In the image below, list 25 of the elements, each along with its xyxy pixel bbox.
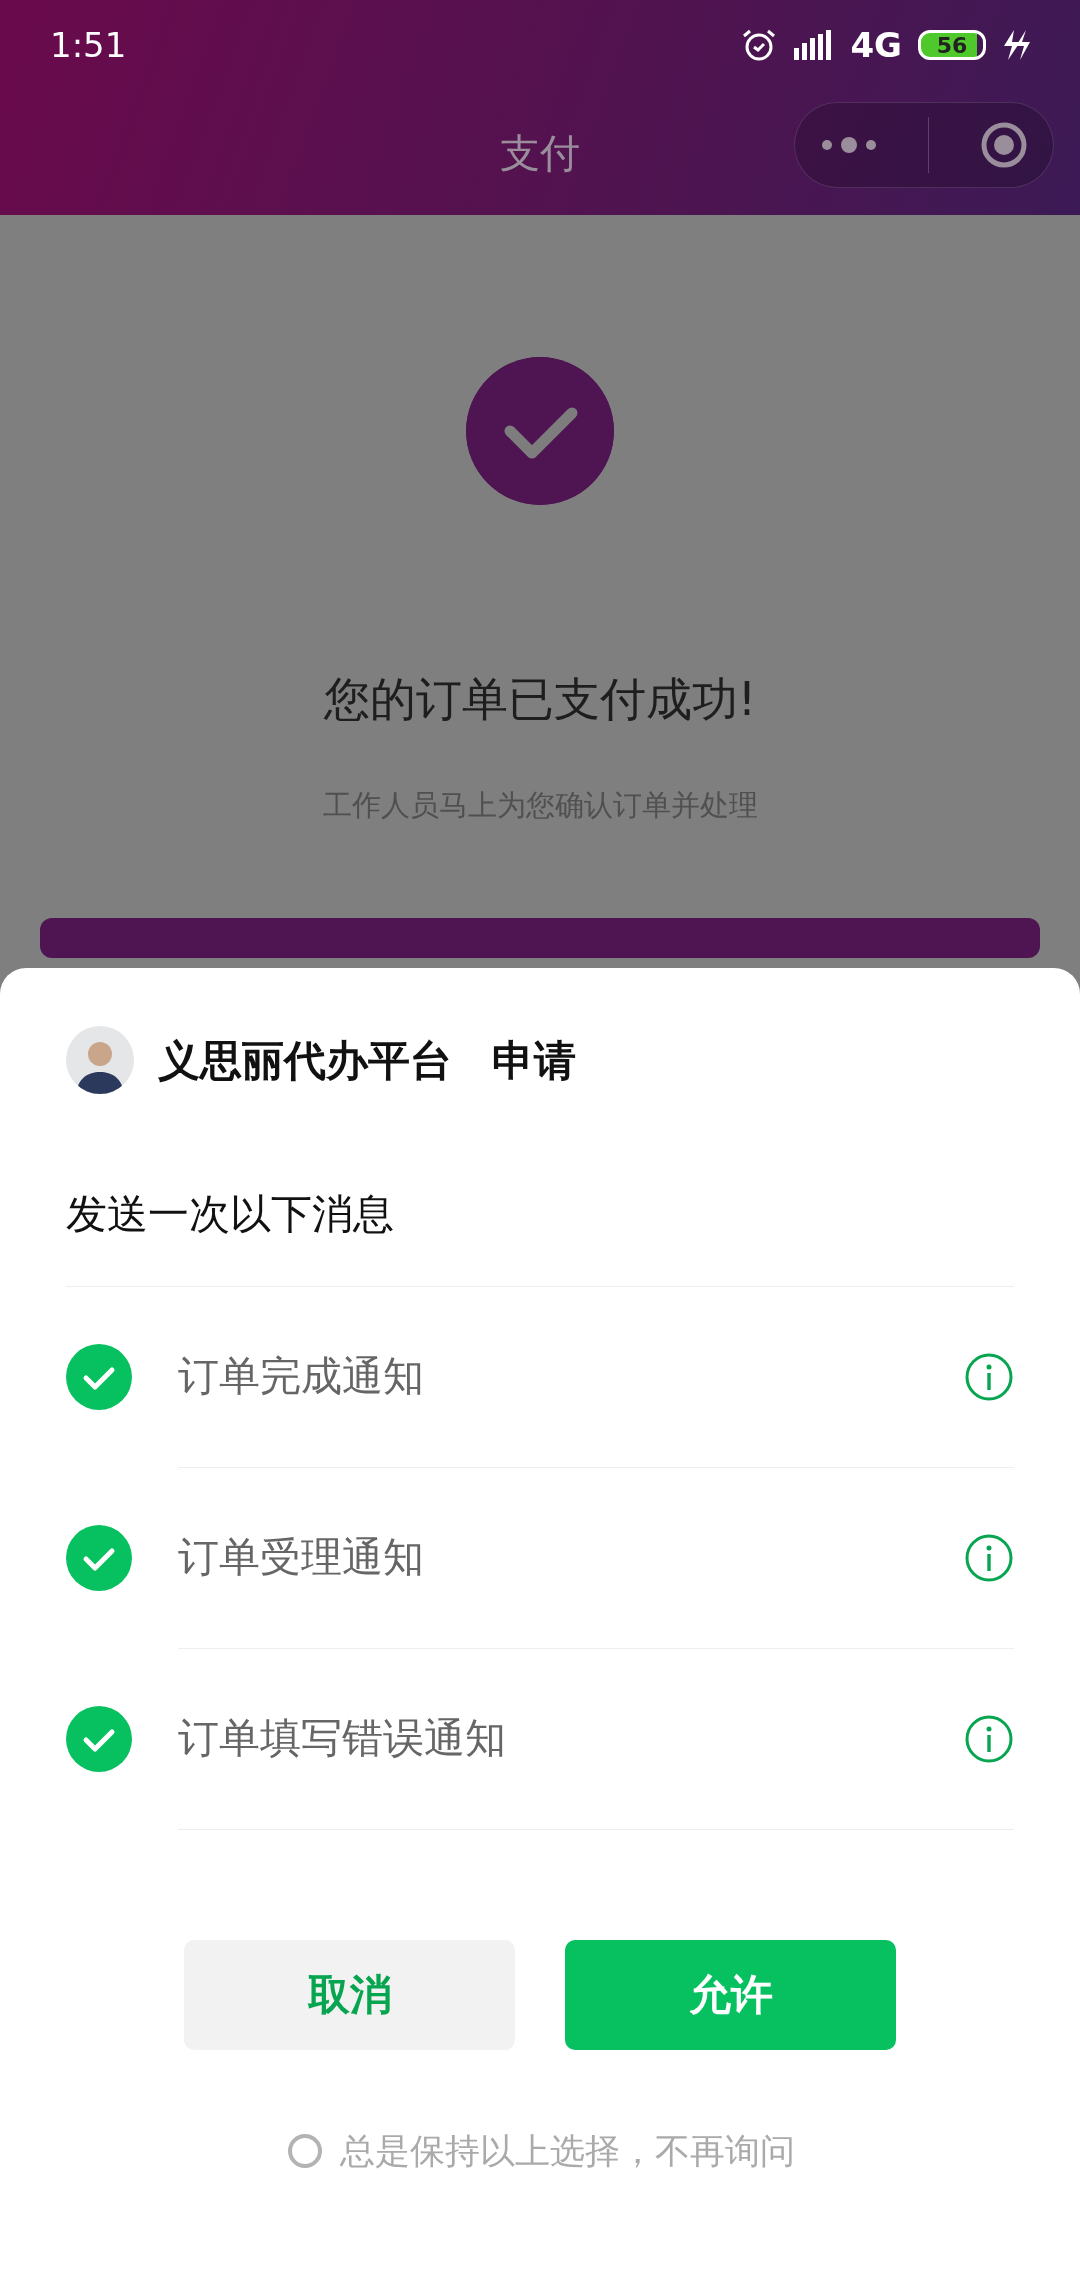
- allow-button[interactable]: 允许: [565, 1939, 896, 2050]
- message-label: 订单填写错误通知: [178, 1712, 507, 1764]
- message-label: 订单受理通知: [178, 1531, 425, 1583]
- battery-icon: 56: [918, 30, 986, 60]
- message-label: 订单完成通知: [178, 1350, 425, 1402]
- info-icon[interactable]: [964, 1351, 1014, 1402]
- remember-label: 总是保持以上选择，不再询问: [339, 2129, 795, 2173]
- info-icon[interactable]: [964, 1713, 1014, 1764]
- app-name: 义思丽代办平台: [158, 1034, 452, 1087]
- cancel-button[interactable]: 取消: [184, 1939, 515, 2050]
- status-time: 1:51: [50, 23, 127, 67]
- sheet-heading: 发送一次以下消息: [66, 1184, 1014, 1287]
- more-icon[interactable]: [820, 137, 877, 153]
- message-checkbox[interactable]: [66, 1525, 132, 1591]
- message-checkbox[interactable]: [66, 1344, 132, 1410]
- network-type: 4G: [850, 23, 902, 67]
- close-icon[interactable]: [979, 121, 1028, 169]
- request-label: 申请: [492, 1034, 576, 1087]
- remember-checkbox[interactable]: [285, 2131, 324, 2170]
- success-check-icon: [466, 357, 614, 505]
- charging-icon: [1002, 30, 1030, 60]
- page-title: 支付: [500, 128, 580, 178]
- success-title: 您的订单已支付成功!: [323, 671, 757, 728]
- info-icon[interactable]: [964, 1532, 1014, 1583]
- message-checkbox[interactable]: [66, 1706, 132, 1772]
